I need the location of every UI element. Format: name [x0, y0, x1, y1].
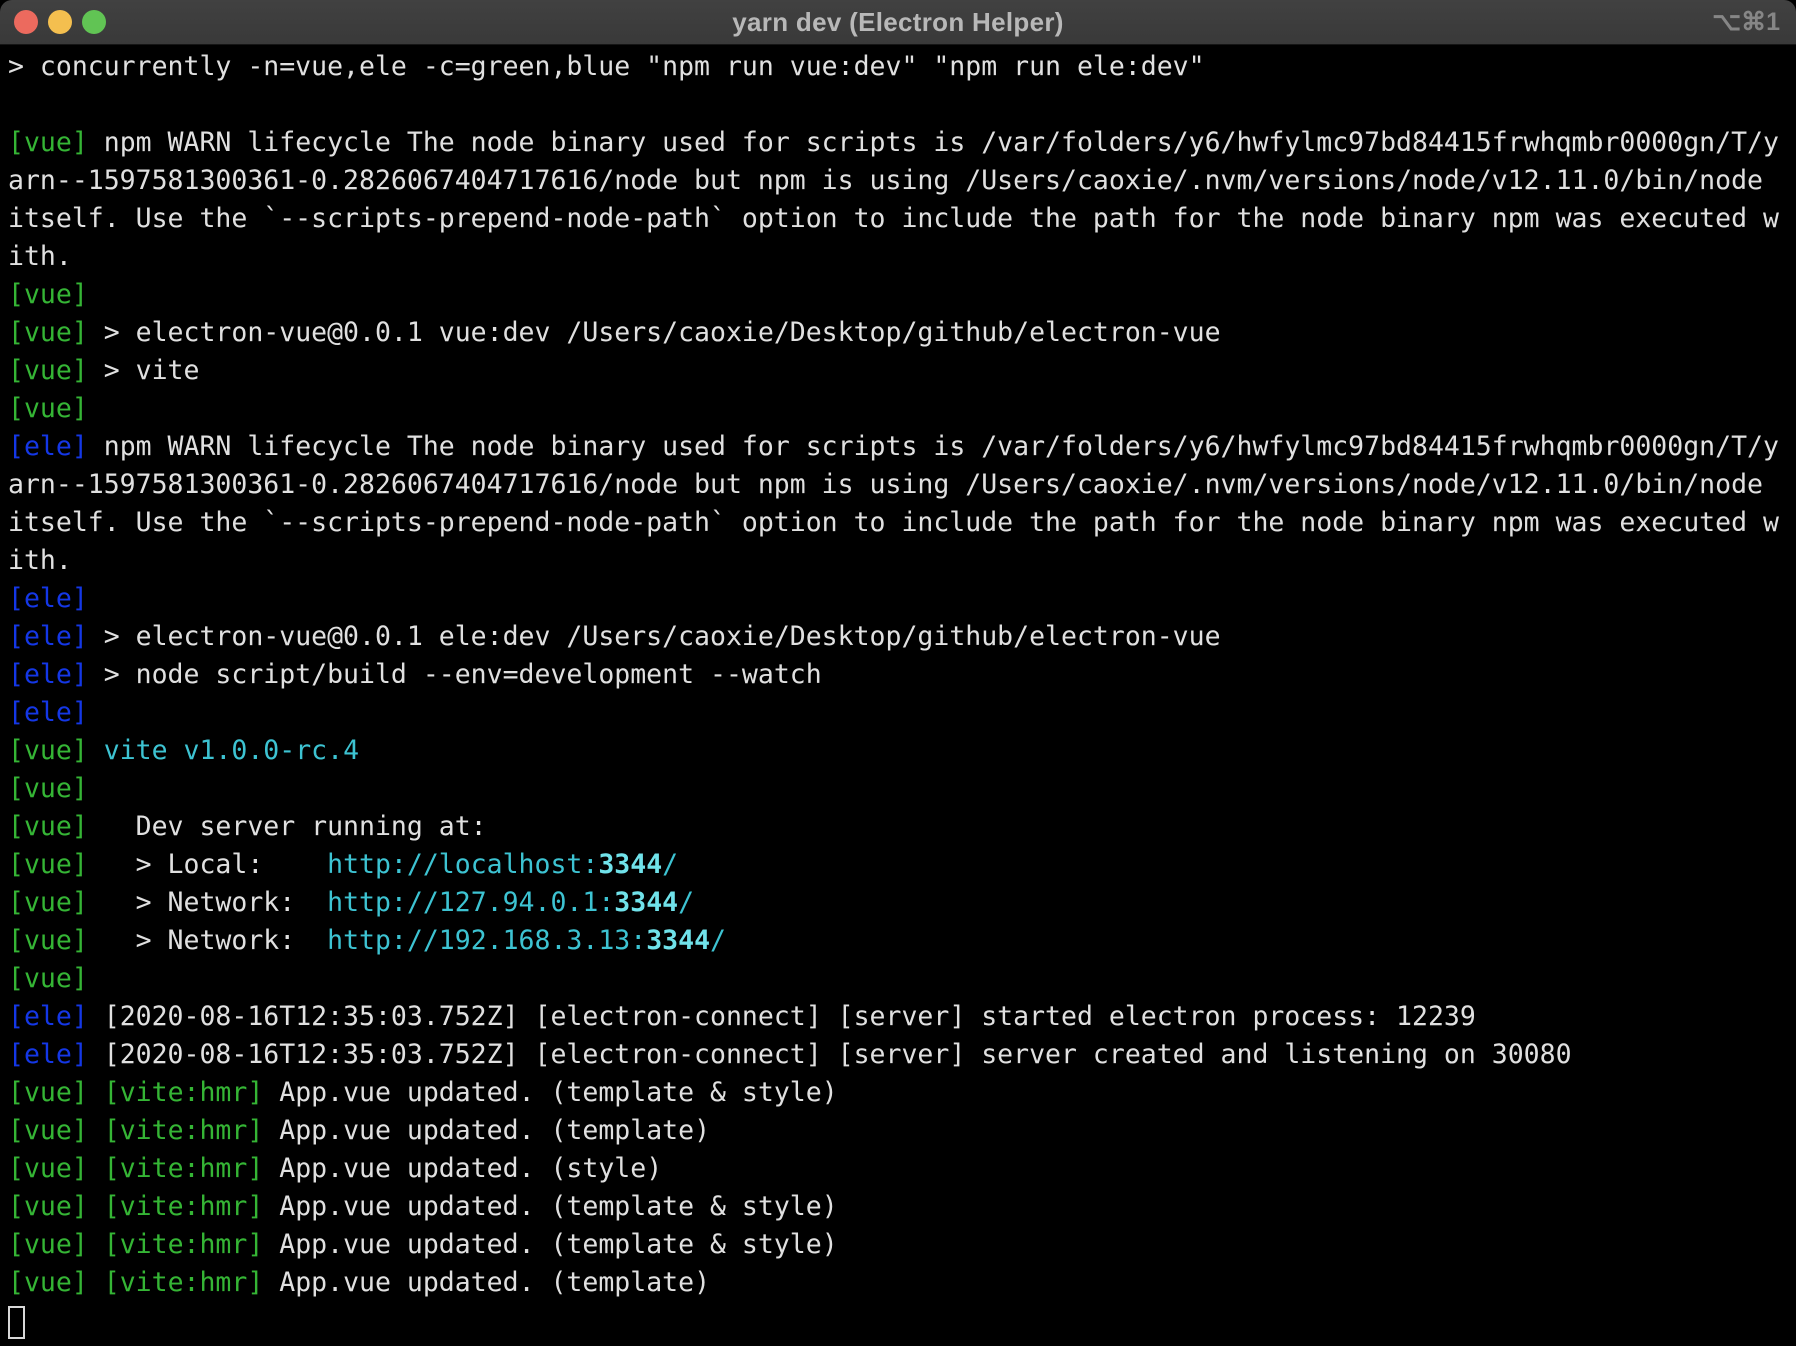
terminal-line: itself. Use the `--scripts-prepend-node-…: [8, 504, 1796, 542]
terminal-body[interactable]: > concurrently -n=vue,ele -c=green,blue …: [0, 45, 1796, 1346]
close-button[interactable]: [14, 10, 38, 34]
terminal-line: [vue]: [8, 276, 1796, 314]
terminal-line: [vue] > Network: http://127.94.0.1:3344/: [8, 884, 1796, 922]
terminal-line: [ele] > node script/build --env=developm…: [8, 656, 1796, 694]
terminal-line: [vue]: [8, 770, 1796, 808]
terminal-line: [8, 86, 1796, 124]
terminal-line: [ele] [2020-08-16T12:35:03.752Z] [electr…: [8, 998, 1796, 1036]
minimize-button[interactable]: [48, 10, 72, 34]
terminal-line: [ele]: [8, 580, 1796, 618]
terminal-line: arn--1597581300361-0.2826067404717616/no…: [8, 162, 1796, 200]
terminal-line: ith.: [8, 542, 1796, 580]
terminal-line: [vue] [vite:hmr] App.vue updated. (templ…: [8, 1112, 1796, 1150]
terminal-line: [vue] [vite:hmr] App.vue updated. (style…: [8, 1150, 1796, 1188]
terminal-line: [vue] [vite:hmr] App.vue updated. (templ…: [8, 1264, 1796, 1302]
terminal-line: [vue] > electron-vue@0.0.1 vue:dev /User…: [8, 314, 1796, 352]
terminal-line: [vue] > Local: http://localhost:3344/: [8, 846, 1796, 884]
terminal-line: [8, 1302, 1796, 1340]
terminal-line: [vue] [vite:hmr] App.vue updated. (templ…: [8, 1188, 1796, 1226]
terminal-window: yarn dev (Electron Helper) ⌥⌘1 > concurr…: [0, 0, 1796, 1346]
terminal-line: [vue] npm WARN lifecycle The node binary…: [8, 124, 1796, 162]
window-title: yarn dev (Electron Helper): [732, 7, 1063, 38]
traffic-lights: [14, 0, 106, 44]
terminal-line: [ele] [2020-08-16T12:35:03.752Z] [electr…: [8, 1036, 1796, 1074]
terminal-line: [vue]: [8, 960, 1796, 998]
terminal-line: [vue] [vite:hmr] App.vue updated. (templ…: [8, 1226, 1796, 1264]
terminal-line: [ele]: [8, 694, 1796, 732]
terminal-line: [vue] Dev server running at:: [8, 808, 1796, 846]
zoom-button[interactable]: [82, 10, 106, 34]
terminal-line: > concurrently -n=vue,ele -c=green,blue …: [8, 48, 1796, 86]
terminal-line: ith.: [8, 238, 1796, 276]
terminal-line: [ele] > electron-vue@0.0.1 ele:dev /User…: [8, 618, 1796, 656]
titlebar[interactable]: yarn dev (Electron Helper) ⌥⌘1: [0, 0, 1796, 45]
terminal-line: arn--1597581300361-0.2826067404717616/no…: [8, 466, 1796, 504]
terminal-line: [vue] vite v1.0.0-rc.4: [8, 732, 1796, 770]
terminal-line: [vue] [vite:hmr] App.vue updated. (templ…: [8, 1074, 1796, 1112]
terminal-line: [vue]: [8, 390, 1796, 428]
terminal-line: [vue] > vite: [8, 352, 1796, 390]
terminal-line: [vue] > Network: http://192.168.3.13:334…: [8, 922, 1796, 960]
tab-shortcut-badge: ⌥⌘1: [1712, 0, 1780, 44]
cursor: [8, 1306, 25, 1339]
terminal-line: itself. Use the `--scripts-prepend-node-…: [8, 200, 1796, 238]
terminal-line: [ele] npm WARN lifecycle The node binary…: [8, 428, 1796, 466]
